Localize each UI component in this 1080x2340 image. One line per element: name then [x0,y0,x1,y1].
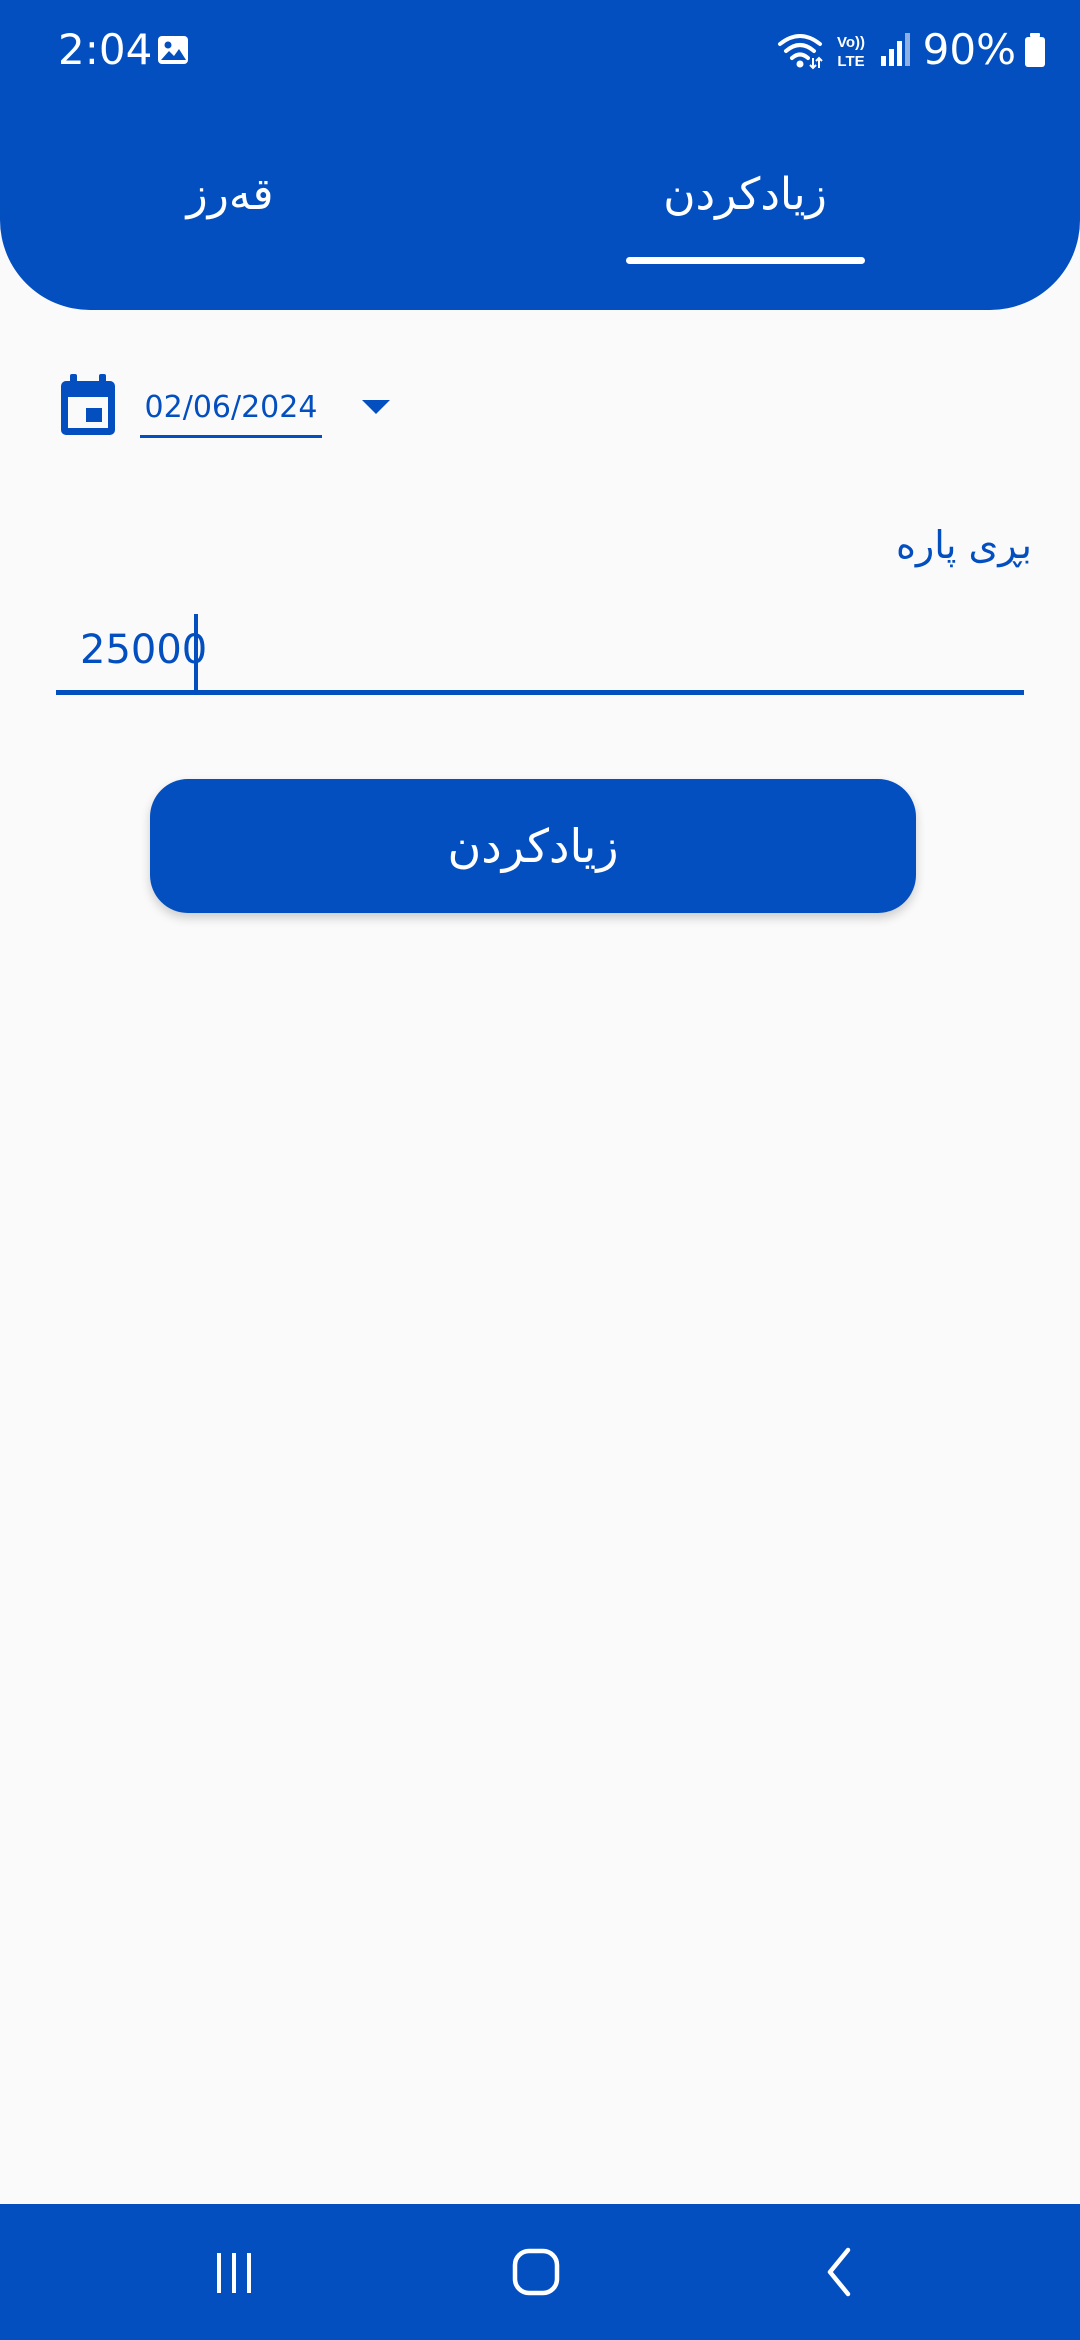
status-icons: Vo)) LTE 90% [777,22,1046,78]
home-button[interactable] [476,2204,596,2340]
calendar-icon[interactable] [58,374,118,438]
back-icon [827,2247,851,2297]
wifi-icon [777,34,823,70]
battery-percent: 90% [922,25,1016,74]
amount-input[interactable]: 25000 [56,610,1024,695]
home-icon [512,2248,560,2296]
date-field[interactable]: 02/06/2024 [140,383,322,438]
svg-text:LTE: LTE [837,53,864,70]
battery-icon [1025,33,1045,67]
volte-icon: Vo)) LTE [837,34,865,70]
text-cursor [194,614,198,690]
recents-icon [217,2253,251,2293]
add-button[interactable]: زیادکردن [150,779,916,913]
amount-label: بڕی پارە [895,523,1032,567]
navigation-bar [0,2204,1080,2340]
status-bar: 2:04 Vo)) LTE 90% [0,0,1080,100]
caret-down-icon[interactable] [358,396,394,418]
tab-add[interactable]: زیادکردن [620,160,870,230]
signal-icon [880,33,910,66]
tab-loan[interactable]: قەرز [110,160,350,230]
gallery-icon [158,36,188,64]
app-header: 2:04 Vo)) LTE 90% زیادکردن قەرز [0,0,1080,310]
status-time: 2:04 [58,25,153,74]
tab-indicator [626,257,865,264]
back-button[interactable] [780,2204,900,2340]
svg-text:Vo)): Vo)) [837,34,865,51]
amount-value: 25000 [80,627,208,673]
recents-button[interactable] [174,2204,294,2340]
